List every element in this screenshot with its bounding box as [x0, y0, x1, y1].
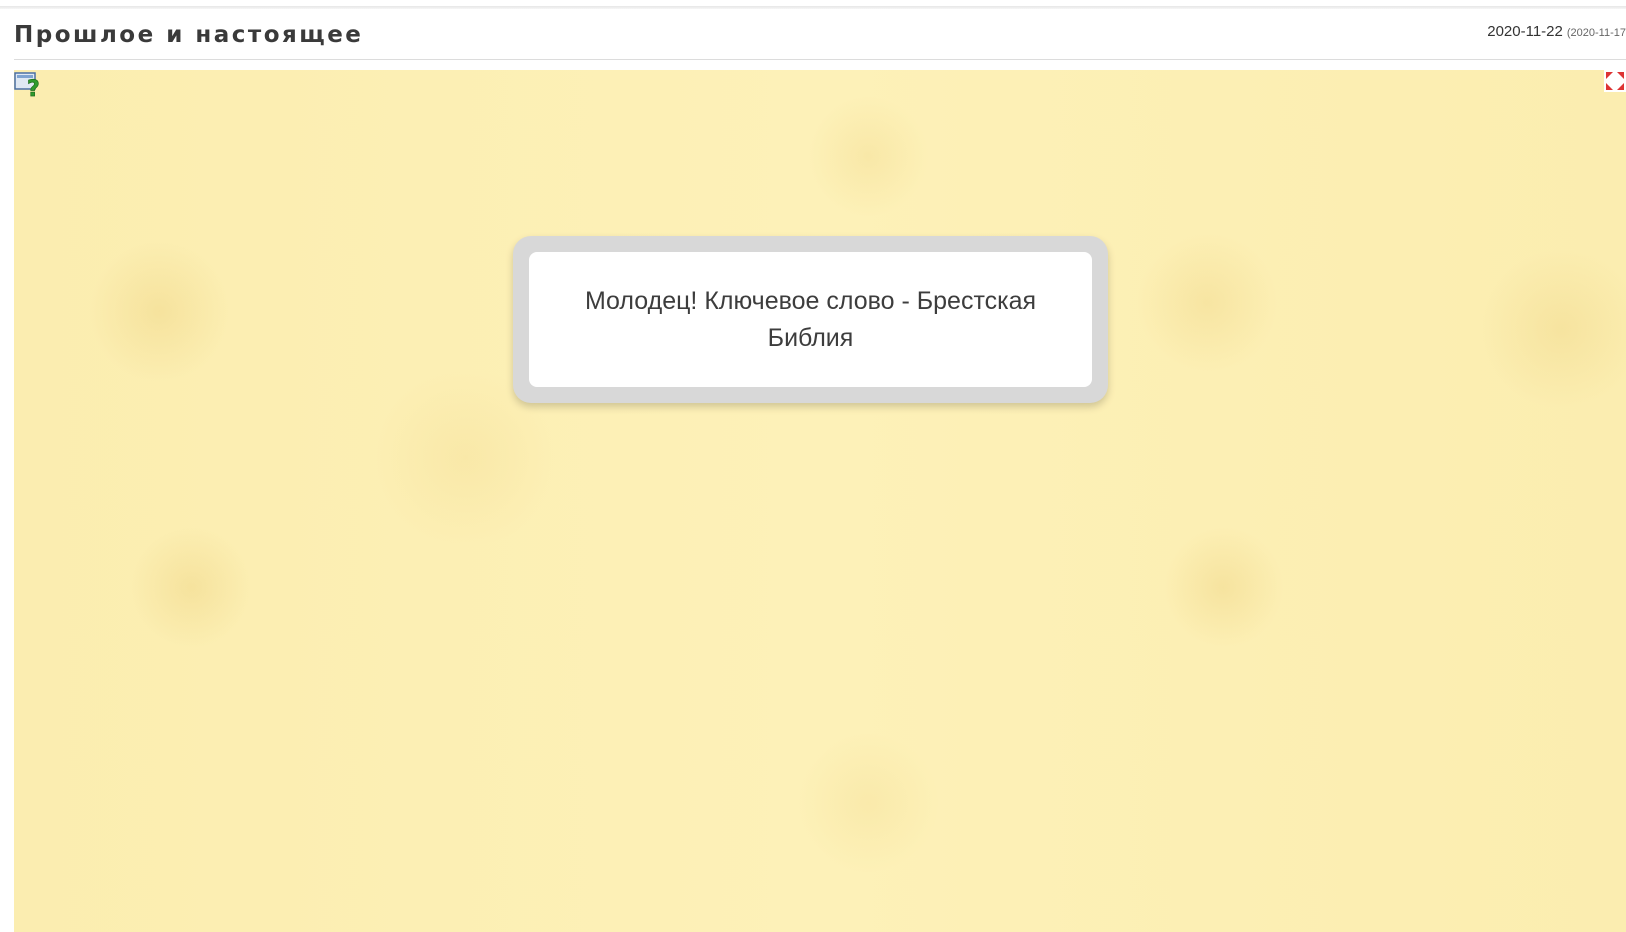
date-created: (2020-11-17 [1566, 27, 1626, 39]
top-divider [0, 6, 1626, 9]
date-info: 2020-11-22 (2020-11-17 [1487, 23, 1626, 41]
message-text: Молодец! Ключевое слово - Брестская Библ… [584, 286, 1037, 352]
svg-text:?: ? [27, 77, 40, 100]
help-question-icon[interactable]: ? [14, 70, 46, 102]
message-dialog-body: Молодец! Ключевое слово - Брестская Библ… [529, 252, 1092, 387]
fullscreen-icon[interactable] [1604, 70, 1626, 92]
page-header: Прошлое и настоящее 2020-11-22 (2020-11-1… [14, 10, 1626, 60]
message-dialog: Молодец! Ключевое слово - Брестская Библ… [513, 236, 1108, 403]
page-title: Прошлое и настоящее [14, 22, 364, 48]
date-updated: 2020-11-22 [1487, 23, 1563, 40]
app-stage[interactable]: ? Молодец! Ключевое слово - Брестская Би… [14, 70, 1626, 932]
